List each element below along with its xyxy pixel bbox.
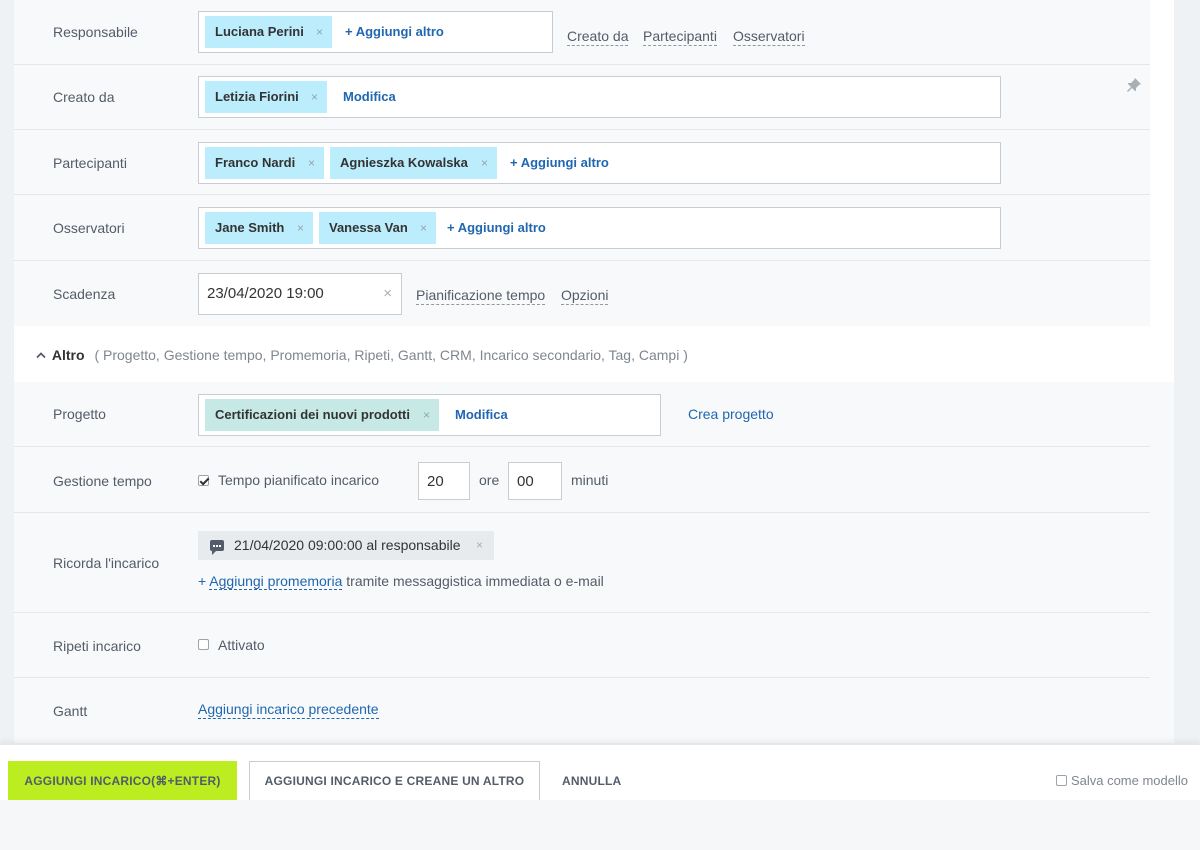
remove-tag-icon[interactable]: × — [297, 212, 304, 244]
save-as-template[interactable]: Salva come modello — [1055, 773, 1188, 789]
creato-da-field[interactable]: Letizia Fiorini × Modifica — [198, 76, 1001, 118]
add-responsabile-link[interactable]: + Aggiungi altro — [345, 12, 444, 52]
remove-tag-icon[interactable]: × — [420, 212, 427, 244]
add-reminder-link[interactable]: Aggiungi promemoria — [209, 573, 343, 590]
add-osservatore-link[interactable]: + Aggiungi altro — [447, 208, 546, 248]
tag-partecipante[interactable]: Agnieszka Kowalska × — [330, 147, 497, 179]
link-pianificazione-tempo[interactable]: Pianificazione tempo — [416, 286, 546, 305]
save-template-checkbox[interactable] — [1055, 775, 1067, 786]
planned-time-checkbox[interactable] — [198, 475, 209, 486]
remove-tag-icon[interactable]: × — [481, 147, 488, 179]
footer-bottom-area — [0, 800, 1200, 850]
responsabile-label: Responsabile — [53, 24, 138, 40]
planned-time-label: Tempo pianificato incarico — [218, 472, 380, 488]
link-creato-da[interactable]: Creato da — [567, 27, 629, 46]
edit-creato-da-link[interactable]: Modifica — [343, 77, 396, 117]
link-opzioni[interactable]: Opzioni — [561, 286, 609, 305]
hours-input[interactable]: 20 — [418, 462, 470, 500]
chevron-up-icon[interactable] — [36, 345, 48, 365]
gestione-tempo-label: Gestione tempo — [53, 473, 152, 489]
osservatori-field[interactable]: Jane Smith × Vanessa Van × + Aggiungi altr… — [198, 207, 1001, 249]
row-progetto: Progetto Certificazioni dei nuovi prodot… — [14, 382, 1150, 447]
remove-reminder-icon[interactable]: × — [476, 531, 483, 560]
tag-osservatore[interactable]: Jane Smith × — [205, 212, 313, 244]
repeat-checkbox[interactable] — [198, 639, 209, 650]
partecipanti-label: Partecipanti — [53, 155, 127, 171]
ripeti-label: Ripeti incarico — [53, 638, 141, 654]
remove-tag-icon[interactable]: × — [308, 147, 315, 179]
row-scadenza: Scadenza 23/04/2020 19:00 × Pianificazio… — [14, 261, 1150, 326]
remove-tag-icon[interactable]: × — [311, 81, 318, 113]
row-creato-da: Creato da Letizia Fiorini × Modifica — [14, 65, 1150, 130]
add-task-button[interactable]: AGGIUNGI INCARICO(⌘+ENTER) — [8, 761, 237, 801]
clear-date-icon[interactable]: × — [383, 274, 392, 314]
promemoria-label: Ricorda l'incarico — [53, 555, 160, 571]
edit-progetto-link[interactable]: Modifica — [455, 395, 508, 435]
more-section-list: ( Progetto, Gestione tempo, Promemoria, … — [94, 347, 688, 363]
chat-icon — [210, 540, 224, 555]
add-partecipante-link[interactable]: + Aggiungi altro — [510, 143, 609, 183]
scadenza-label: Scadenza — [53, 286, 116, 302]
reminder-item[interactable]: 21/04/2020 09:00:00 al responsabile × — [198, 531, 494, 560]
row-ripeti: Ripeti incarico Attivato — [14, 613, 1150, 678]
partecipanti-field[interactable]: Franco Nardi × Agnieszka Kowalska × + Aggi… — [198, 142, 1001, 184]
link-osservatori[interactable]: Osservatori — [733, 27, 805, 46]
more-section-header[interactable]: Altro ( Progetto, Gestione tempo, Promem… — [36, 345, 688, 365]
progetto-field[interactable]: Certificazioni dei nuovi prodotti × Modif… — [198, 394, 661, 436]
row-osservatori: Osservatori Jane Smith × Vanessa Van × + A… — [14, 195, 1150, 261]
responsabile-field[interactable]: Luciana Perini × + Aggiungi altro — [198, 11, 553, 53]
minutes-input[interactable]: 00 — [508, 462, 562, 500]
form-footer: AGGIUNGI INCARICO(⌘+ENTER) AGGIUNGI INCA… — [0, 743, 1200, 801]
osservatori-label: Osservatori — [53, 220, 125, 236]
add-and-create-another-button[interactable]: AGGIUNGI INCARICO E CREANE UN ALTRO — [249, 761, 540, 801]
more-section-title: Altro — [51, 347, 85, 363]
tag-osservatore[interactable]: Vanessa Van × — [319, 212, 436, 244]
hours-unit: ore — [479, 472, 500, 488]
pin-icon[interactable] — [1126, 77, 1142, 93]
save-template-label: Salva come modello — [1070, 773, 1188, 788]
row-partecipanti: Partecipanti Franco Nardi × Agnieszka Kow… — [14, 130, 1150, 195]
tag-responsabile[interactable]: Luciana Perini × — [205, 16, 332, 48]
remove-tag-icon[interactable]: × — [316, 16, 323, 48]
create-project-link[interactable]: Crea progetto — [688, 406, 774, 422]
minutes-unit: minuti — [571, 472, 609, 488]
tag-progetto[interactable]: Certificazioni dei nuovi prodotti × — [205, 399, 439, 431]
planned-time-inputs: 20 ore 00 minuti — [418, 462, 668, 500]
creato-da-label: Creato da — [53, 89, 115, 105]
row-promemoria: Ricorda l'incarico 21/04/2020 09:00:00 a… — [14, 513, 1150, 613]
add-reminder-row: + Aggiungi promemoria tramite messaggist… — [198, 573, 604, 590]
tag-creato-da[interactable]: Letizia Fiorini × — [205, 81, 327, 113]
row-gestione-tempo: Gestione tempo Tempo pianificato incaric… — [14, 447, 1150, 513]
repeat-checkbox-label: Attivato — [218, 637, 265, 653]
deadline-value: 23/04/2020 19:00 — [207, 285, 324, 302]
progetto-label: Progetto — [53, 406, 106, 422]
link-partecipanti[interactable]: Partecipanti — [643, 27, 717, 46]
row-responsabile: Responsabile Luciana Perini × + Aggiungi … — [14, 0, 1150, 65]
gantt-label: Gantt — [53, 703, 88, 719]
cancel-button[interactable]: ANNULLA — [562, 761, 621, 801]
add-previous-task-link[interactable]: Aggiungi incarico precedente — [198, 700, 379, 719]
remove-tag-icon[interactable]: × — [423, 399, 430, 431]
tag-partecipante[interactable]: Franco Nardi × — [205, 147, 324, 179]
reminder-text: 21/04/2020 09:00:00 al responsabile — [234, 537, 461, 553]
deadline-input[interactable]: 23/04/2020 19:00 × — [198, 273, 402, 315]
row-gantt: Gantt Aggiungi incarico precedente — [14, 678, 1150, 743]
